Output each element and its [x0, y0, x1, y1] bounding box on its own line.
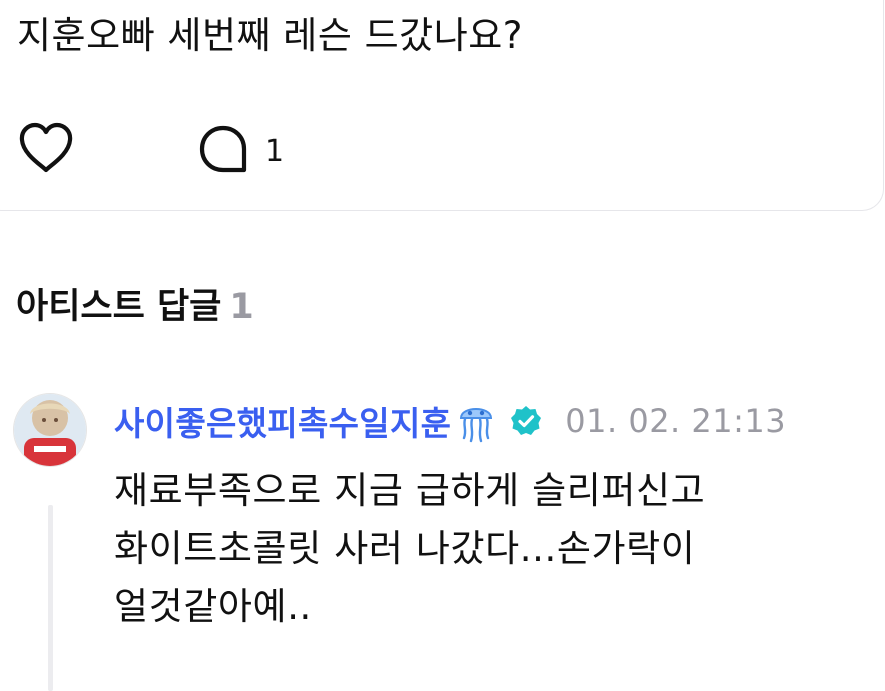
reply-line: 얼것같아예.. — [114, 585, 312, 628]
comment-button[interactable]: 1 — [197, 124, 284, 178]
like-button[interactable] — [17, 122, 75, 180]
post-text: 지훈오빠 세번째 레슨 드갔나요? — [17, 14, 523, 57]
author-name[interactable]: 사이좋은했피촉수일지훈 — [114, 397, 451, 445]
artist-replies-count: 1 — [229, 287, 254, 327]
artist-replies-heading: 아티스트 답글 1 — [16, 280, 254, 334]
reply-line: 화이트초콜릿 사러 나갔다...손가락이 — [114, 527, 696, 570]
reply-header: 사이좋은했피촉수일지훈 01. 02. 21:13 — [114, 394, 786, 448]
reply-timestamp: 01. 02. 21:13 — [565, 402, 787, 440]
page: 지훈오빠 세번째 레슨 드갔나요? 1 아티스트 답글 1 사이좋은했피촉수일지… — [0, 0, 885, 691]
avatar[interactable] — [14, 394, 86, 466]
jellyfish-icon — [457, 398, 495, 444]
comment-count: 1 — [265, 133, 285, 169]
artist-replies-title: 아티스트 답글 — [16, 287, 222, 327]
reply-line: 재료부족으로 지금 급하게 슬리퍼신고 — [114, 469, 706, 512]
post-card: 지훈오빠 세번째 레슨 드갔나요? 1 — [0, 0, 884, 211]
verified-badge-icon — [509, 404, 543, 438]
heart-icon — [17, 120, 75, 182]
comment-bubble-icon — [197, 123, 249, 179]
thread-line — [48, 505, 53, 691]
reply-body: 재료부족으로 지금 급하게 슬리퍼신고 화이트초콜릿 사러 나갔다...손가락이… — [114, 462, 854, 636]
